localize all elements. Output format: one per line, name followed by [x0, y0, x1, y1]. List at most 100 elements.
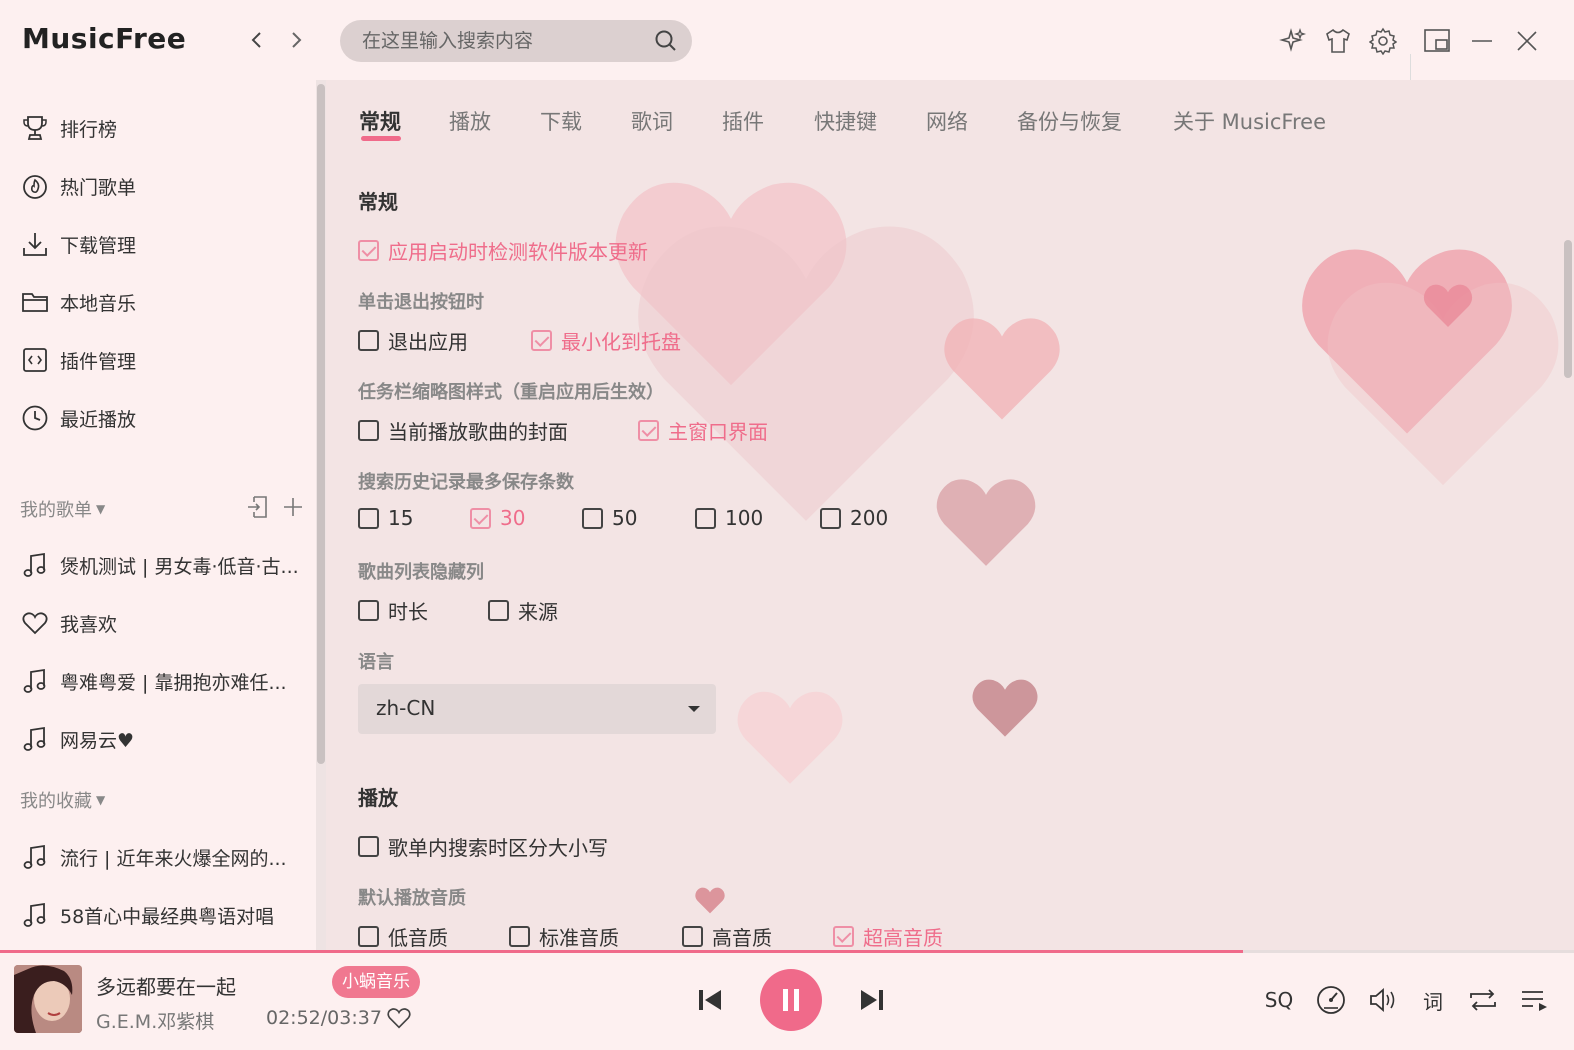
- section-title-general: 常规: [358, 190, 398, 214]
- playlist-label: 网易云♥: [60, 729, 135, 752]
- playlist-item[interactable]: 网易云♥: [20, 719, 310, 759]
- sound-effect-button[interactable]: [1314, 983, 1348, 1017]
- minimize-tray-checkbox[interactable]: 最小化到托盘: [531, 326, 681, 355]
- checkbox-icon: [358, 926, 379, 947]
- tab-lyrics[interactable]: 歌词: [631, 106, 673, 136]
- history-100-checkbox[interactable]: 100: [695, 506, 763, 530]
- sparkle-icon[interactable]: [1278, 26, 1308, 56]
- checkbox-icon: [358, 507, 379, 529]
- sidebar-item-downloads[interactable]: 下载管理: [20, 224, 310, 264]
- tab-backup[interactable]: 备份与恢复: [1017, 106, 1122, 136]
- previous-button[interactable]: [694, 985, 726, 1015]
- playlist-item[interactable]: 煲机测试 | 男女毒·低音·古...: [20, 545, 310, 585]
- language-select[interactable]: zh-CN: [358, 684, 716, 734]
- quality-low-checkbox[interactable]: 低音质: [358, 922, 448, 950]
- playlist-item[interactable]: 我喜欢: [20, 603, 310, 643]
- case-sensitive-checkbox[interactable]: 歌单内搜索时区分大小写: [358, 832, 608, 861]
- my-favorites-header[interactable]: 我的收藏 ▼: [20, 787, 105, 813]
- mini-mode-icon[interactable]: [1422, 26, 1452, 56]
- playlist-queue-button[interactable]: [1518, 983, 1552, 1017]
- my-playlists-header[interactable]: 我的歌单 ▼: [20, 496, 105, 522]
- scrollbar-thumb[interactable]: [1564, 240, 1572, 378]
- sidebar-item-hot-playlists[interactable]: 热门歌单: [20, 166, 310, 206]
- quality-super-checkbox[interactable]: 超高音质: [833, 922, 943, 950]
- checkbox-icon: [833, 926, 854, 947]
- checkbox-icon: [470, 507, 491, 529]
- language-value: zh-CN: [376, 696, 436, 720]
- sidebar-item-label: 插件管理: [60, 350, 137, 373]
- sidebar-item-local-music[interactable]: 本地音乐: [20, 282, 310, 322]
- tab-network[interactable]: 网络: [926, 106, 968, 136]
- exit-app-checkbox[interactable]: 退出应用: [358, 326, 468, 355]
- checkbox-icon: [358, 836, 379, 857]
- music-note-icon: [20, 900, 50, 930]
- heart-decoration-icon: [695, 887, 725, 914]
- trophy-icon: [20, 113, 50, 143]
- theme-shirt-icon[interactable]: [1323, 26, 1353, 56]
- check-update-checkbox[interactable]: 应用启动时检测软件版本更新: [358, 236, 648, 265]
- tab-download[interactable]: 下载: [540, 106, 582, 136]
- like-heart-icon[interactable]: [386, 1005, 412, 1035]
- close-icon[interactable]: [1512, 26, 1542, 56]
- volume-button[interactable]: [1366, 983, 1400, 1017]
- quality-standard-checkbox[interactable]: 标准音质: [509, 922, 619, 950]
- option-label: 当前播放歌曲的封面: [388, 420, 568, 444]
- add-playlist-icon[interactable]: [282, 494, 304, 524]
- repeat-button[interactable]: [1466, 983, 1500, 1017]
- scrollbar-thumb[interactable]: [317, 84, 325, 764]
- history-200-checkbox[interactable]: 200: [820, 506, 888, 530]
- quality-button[interactable]: SQ: [1262, 983, 1296, 1017]
- tab-shortcuts[interactable]: 快捷键: [814, 106, 877, 136]
- speedometer-icon: [1317, 986, 1345, 1014]
- heart-decoration-icon: [615, 182, 847, 386]
- play-pause-button[interactable]: [760, 969, 822, 1031]
- sidebar-item-recent[interactable]: 最近播放: [20, 398, 310, 438]
- artist-name[interactable]: G.E.M.邓紫棋: [96, 1007, 214, 1034]
- tab-plugins[interactable]: 插件: [722, 106, 764, 136]
- sidebar: 排行榜 热门歌单 下载管理 本地音乐 插件管理 最近播放 我的歌单 ▼ 煲机测试…: [0, 80, 316, 950]
- checkbox-icon: [509, 926, 530, 947]
- download-icon: [20, 229, 50, 259]
- settings-gear-icon[interactable]: [1368, 26, 1398, 56]
- import-playlist-icon[interactable]: [246, 494, 270, 524]
- sidebar-item-ranking[interactable]: 排行榜: [20, 108, 310, 148]
- sidebar-item-plugins[interactable]: 插件管理: [20, 340, 310, 380]
- taskbar-window-checkbox[interactable]: 主窗口界面: [638, 416, 768, 445]
- checkbox-icon: [358, 240, 379, 261]
- favorite-item[interactable]: 流行 | 近年来火爆全网的...: [20, 837, 310, 877]
- hide-duration-checkbox[interactable]: 时长: [358, 596, 428, 625]
- plugin-icon: [20, 345, 50, 375]
- taskbar-cover-checkbox[interactable]: 当前播放歌曲的封面: [358, 416, 568, 445]
- sidebar-scrollbar[interactable]: [316, 80, 326, 950]
- history-50-checkbox[interactable]: 50: [582, 506, 637, 530]
- favorite-label: 流行 | 近年来火爆全网的...: [60, 847, 287, 870]
- option-label: 来源: [518, 600, 558, 624]
- history-30-checkbox[interactable]: 30: [470, 506, 525, 530]
- album-cover[interactable]: [14, 965, 82, 1033]
- quality-high-checkbox[interactable]: 高音质: [682, 922, 772, 950]
- source-tag: 小蜗音乐: [332, 966, 420, 998]
- caret-down-icon: ▼: [96, 793, 106, 807]
- active-tab-indicator: [361, 136, 401, 141]
- default-quality-title: 默认播放音质: [358, 888, 466, 909]
- settings-scrollbar[interactable]: [1562, 160, 1574, 950]
- tab-general[interactable]: 常规: [359, 106, 401, 136]
- option-label: 低音质: [388, 926, 448, 950]
- repeat-icon: [1470, 989, 1496, 1011]
- queue-list-icon: [1522, 991, 1547, 1011]
- playlist-label: 我喜欢: [60, 613, 118, 636]
- checkbox-icon: [531, 330, 552, 351]
- next-button[interactable]: [856, 985, 888, 1015]
- music-note-icon: [20, 550, 50, 580]
- minimize-icon[interactable]: [1467, 26, 1497, 56]
- section-title: 我的歌单: [20, 500, 92, 521]
- tab-about[interactable]: 关于 MusicFree: [1173, 106, 1326, 136]
- history-15-checkbox[interactable]: 15: [358, 506, 413, 530]
- favorite-item[interactable]: 58首心中最经典粤语对唱: [20, 895, 310, 935]
- settings-tabs: 常规 播放 下载 歌词 插件 快捷键 网络 备份与恢复 关于 MusicFree: [326, 80, 1574, 160]
- lyrics-button[interactable]: 词: [1416, 983, 1450, 1017]
- tab-playback[interactable]: 播放: [449, 106, 491, 136]
- playlist-item[interactable]: 粤难粤爱 | 靠拥抱亦难任...: [20, 661, 310, 701]
- option-label: 标准音质: [539, 926, 619, 950]
- hide-source-checkbox[interactable]: 来源: [488, 596, 558, 625]
